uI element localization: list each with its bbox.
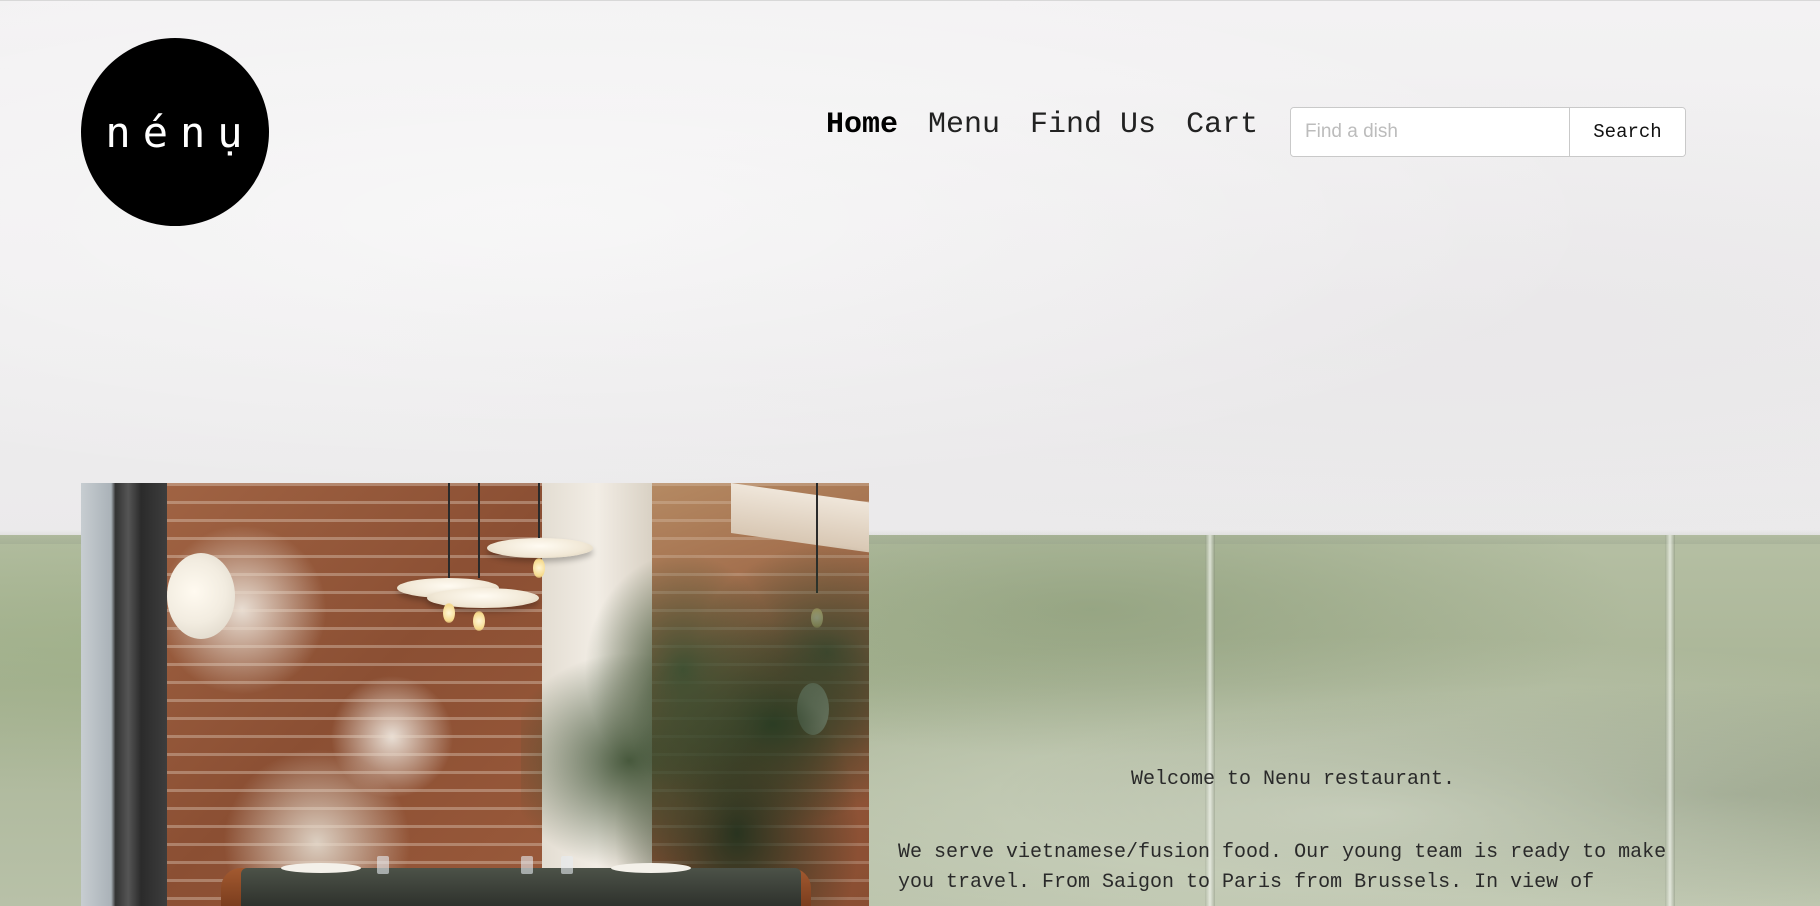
search-button[interactable]: Search: [1569, 108, 1685, 156]
photo-glass: [377, 856, 389, 874]
nav-link-cart[interactable]: Cart: [1186, 108, 1258, 142]
search-form: Search: [1290, 107, 1686, 157]
wall-background: [0, 0, 1820, 545]
photo-window: [81, 483, 167, 906]
lamp-cord: [478, 483, 480, 578]
photo-plate: [281, 863, 361, 873]
lamp-cord: [448, 483, 450, 578]
nav-link-menu[interactable]: Menu: [928, 108, 1000, 142]
search-input[interactable]: [1291, 108, 1569, 156]
nav-link-home[interactable]: Home: [826, 108, 898, 142]
intro-paragraph: We serve vietnamese/fusion food. Our you…: [898, 841, 1667, 894]
restaurant-photo: [81, 483, 869, 906]
lamp-bulb: [473, 611, 485, 631]
nav-link-find-us[interactable]: Find Us: [1030, 108, 1156, 142]
logo[interactable]: nénụ: [81, 38, 269, 226]
photo-glass: [561, 856, 573, 874]
lamp-bulb: [443, 603, 455, 623]
photo-palm-plant: [521, 543, 869, 906]
photo-plate: [611, 863, 691, 873]
lamp-cord: [538, 483, 540, 538]
photo-wall-sconce: [167, 553, 235, 639]
welcome-heading: Welcome to Nenu restaurant.: [1130, 768, 1456, 791]
logo-text: nénụ: [105, 107, 255, 157]
main-nav: Home Menu Find Us Cart: [826, 108, 1288, 142]
photo-glass: [521, 856, 533, 874]
photo-brick-wall: [167, 483, 542, 906]
